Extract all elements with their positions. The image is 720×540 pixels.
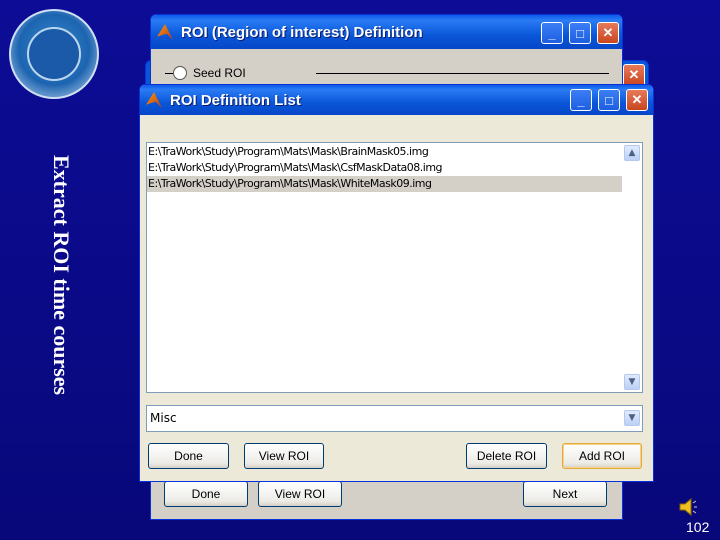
window-title: ROI (Region of interest) Definition bbox=[181, 23, 423, 41]
done-button[interactable]: Done bbox=[164, 481, 248, 507]
close-button[interactable]: ✕ bbox=[626, 89, 648, 111]
list-item[interactable]: E:\TraWork\Study\Program\Mats\Mask\CsfMa… bbox=[147, 160, 622, 176]
add-roi-button[interactable]: Add ROI bbox=[562, 443, 642, 469]
minimize-button[interactable]: _ bbox=[570, 89, 592, 111]
list-item[interactable]: E:\TraWork\Study\Program\Mats\Mask\Brain… bbox=[147, 144, 622, 160]
next-button[interactable]: Next bbox=[523, 481, 607, 507]
view-roi-button[interactable]: View ROI bbox=[258, 481, 342, 507]
view-roi-button[interactable]: View ROI bbox=[244, 443, 324, 469]
roi-listbox[interactable]: E:\TraWork\Study\Program\Mats\Mask\Brain… bbox=[146, 142, 643, 393]
done-button[interactable]: Done bbox=[148, 443, 229, 469]
maximize-button[interactable]: □ bbox=[569, 22, 591, 44]
scroll-up-button[interactable]: ▲ bbox=[624, 145, 640, 161]
list-item[interactable]: E:\TraWork\Study\Program\Mats\Mask\White… bbox=[147, 176, 622, 192]
window-title: ROI Definition List bbox=[170, 91, 301, 109]
frame-line bbox=[165, 73, 173, 74]
minimize-button[interactable]: _ bbox=[541, 22, 563, 44]
frame-line bbox=[316, 73, 609, 74]
seed-roi-radio[interactable]: Seed ROI bbox=[173, 66, 252, 80]
speaker-icon[interactable] bbox=[678, 497, 698, 517]
matlab-icon bbox=[146, 92, 162, 108]
delete-roi-button[interactable]: Delete ROI bbox=[466, 443, 547, 469]
maximize-button[interactable]: □ bbox=[598, 89, 620, 111]
close-button[interactable]: ✕ bbox=[623, 64, 645, 86]
institution-logo bbox=[9, 9, 99, 99]
scroll-down-button[interactable]: ▼ bbox=[624, 374, 640, 390]
close-button[interactable]: ✕ bbox=[597, 22, 619, 44]
chevron-down-icon[interactable]: ▼ bbox=[624, 410, 640, 426]
slide-title: Extract ROI time courses bbox=[49, 155, 74, 396]
page-number: 102 bbox=[686, 519, 710, 535]
popup-value: Misc bbox=[150, 411, 177, 425]
roi-definition-list-window: ROI Definition List _ □ ✕ E:\TraWork\Stu… bbox=[139, 84, 654, 482]
matlab-icon bbox=[157, 24, 173, 40]
category-popup[interactable]: Misc ▼ bbox=[146, 405, 643, 432]
seed-roi-label: Seed ROI bbox=[193, 66, 246, 80]
